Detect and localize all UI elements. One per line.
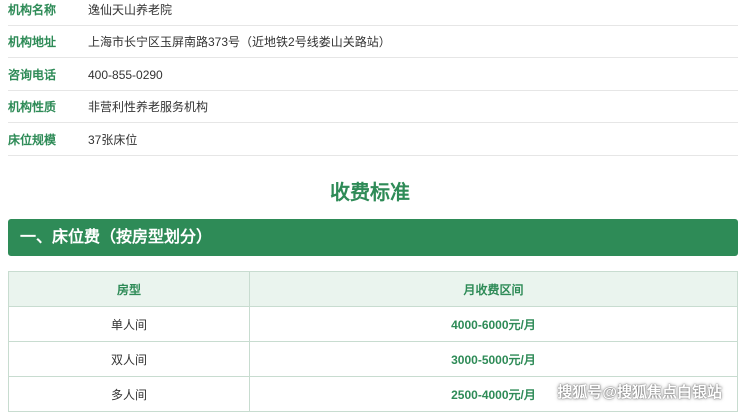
price-cell: 3000-5000元/月 bbox=[249, 341, 738, 377]
info-label: 床位规模 bbox=[8, 133, 57, 147]
bed-count: 37张床位 bbox=[88, 133, 138, 147]
room-type-cell: 单人间 bbox=[8, 306, 250, 342]
institution-nature: 非营利性养老服务机构 bbox=[88, 100, 209, 114]
price-cell: 4000-6000元/月 bbox=[249, 306, 738, 342]
info-row-nature: 机构性质 非营利性养老服务机构 bbox=[8, 91, 738, 123]
info-row-address: 机构地址 上海市长宁区玉屏南路373号（近地铁2号线娄山关路站） bbox=[8, 26, 738, 58]
column-header-price-range: 月收费区间 bbox=[249, 271, 738, 307]
info-label: 咨询电话 bbox=[8, 68, 57, 82]
source-watermark: 搜狐号@搜狐焦点白银站 bbox=[557, 384, 722, 401]
column-header-room-type: 房型 bbox=[8, 271, 250, 307]
table-header-row: 房型 月收费区间 bbox=[8, 271, 738, 307]
info-row-name: 机构名称 逸仙天山养老院 bbox=[8, 0, 738, 26]
info-row-phone: 咨询电话 400-855-0290 bbox=[8, 59, 738, 91]
contact-phone: 400-855-0290 bbox=[88, 67, 163, 82]
institution-address: 上海市长宁区玉屏南路373号（近地铁2号线娄山关路站） bbox=[88, 35, 391, 49]
table-row: 双人间 3000-5000元/月 bbox=[8, 341, 738, 377]
room-type-cell: 双人间 bbox=[8, 341, 250, 377]
bed-fee-header: 一、床位费（按房型划分） bbox=[8, 219, 738, 256]
table-row: 单人间 4000-6000元/月 bbox=[8, 306, 738, 342]
institution-name: 逸仙天山养老院 bbox=[88, 3, 173, 17]
info-label: 机构名称 bbox=[8, 3, 57, 17]
info-label: 机构地址 bbox=[8, 35, 57, 49]
info-label: 机构性质 bbox=[8, 100, 57, 114]
info-row-beds: 床位规模 37张床位 bbox=[8, 124, 738, 156]
room-type-cell: 多人间 bbox=[8, 376, 250, 412]
section-title: 收费标准 bbox=[330, 182, 410, 204]
